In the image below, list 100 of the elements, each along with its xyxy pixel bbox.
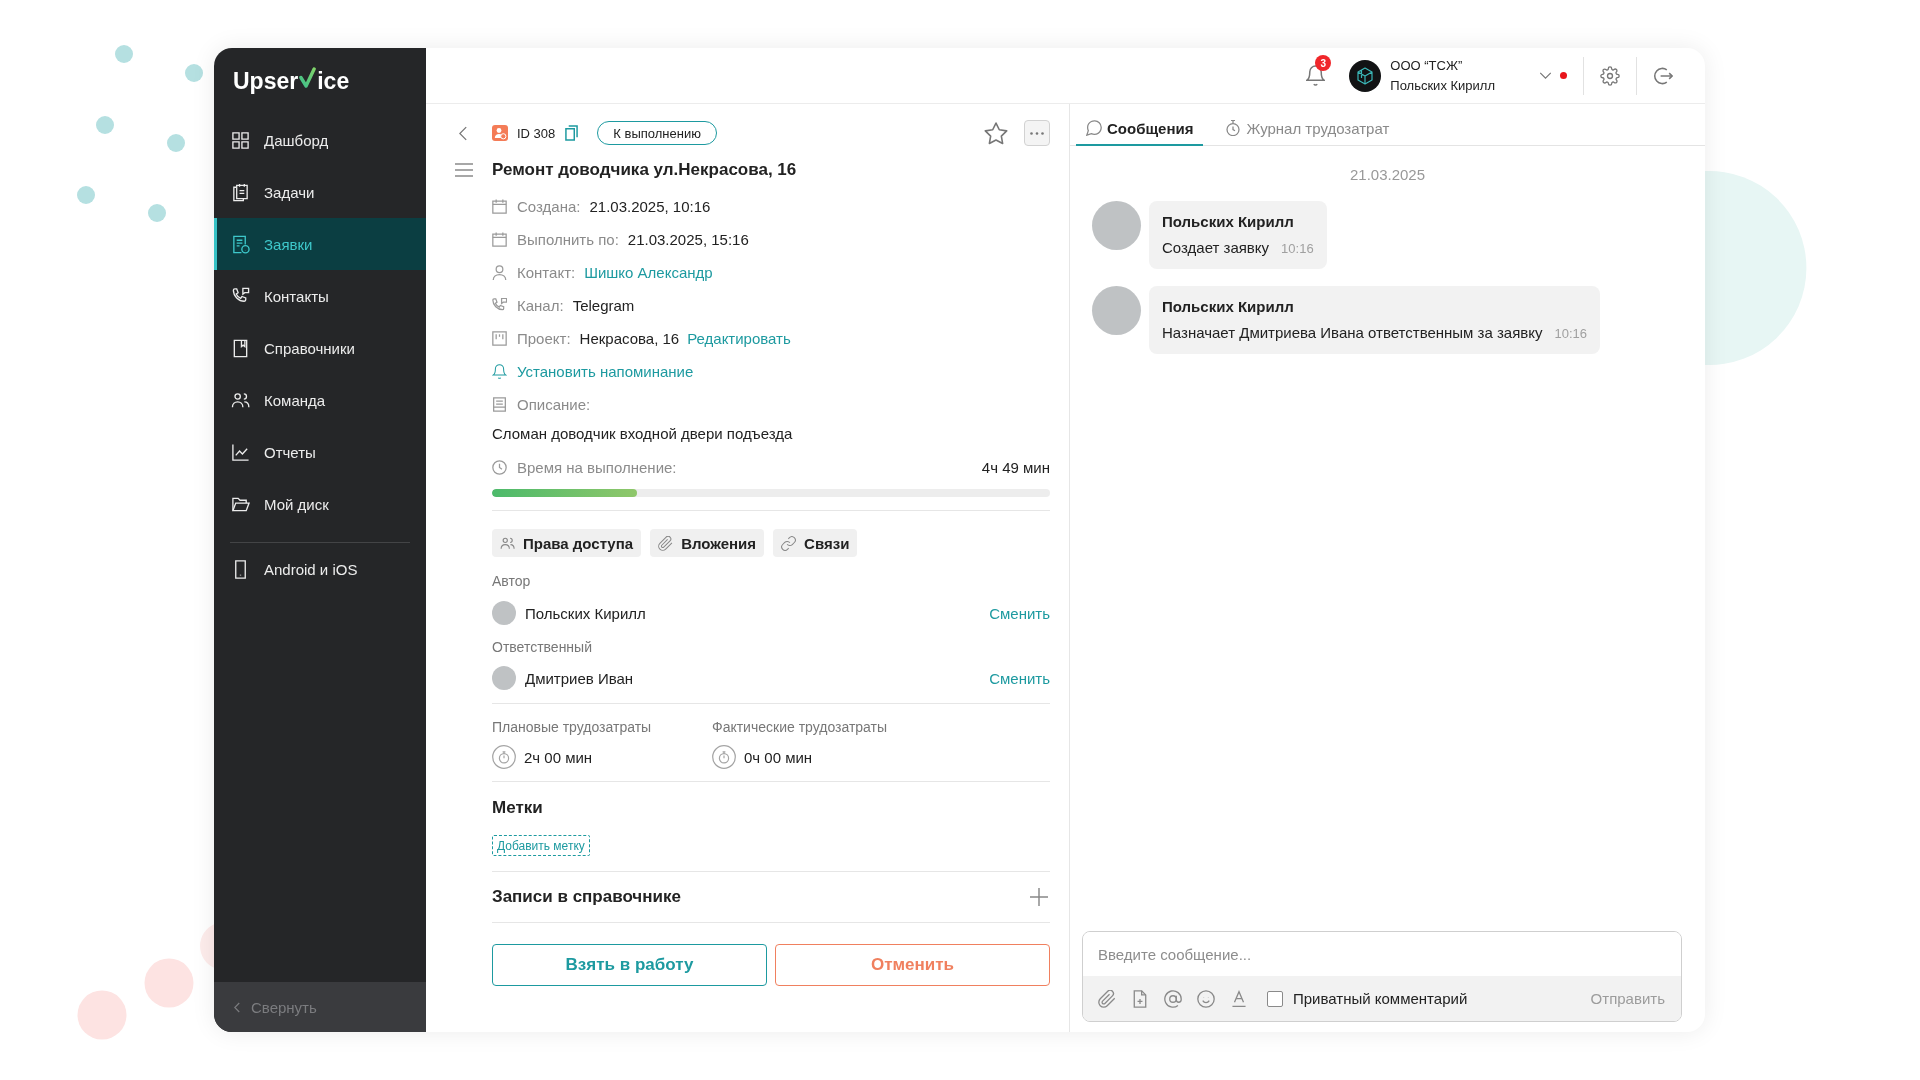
decor-dot [167,134,185,152]
link-icon [781,535,797,551]
role-label: Ответственный [492,638,592,657]
message-author: Польских Кирилл [1162,212,1295,232]
paperclip-icon[interactable] [1098,989,1116,1008]
settings-icon[interactable] [1600,65,1620,86]
clipboard-icon [231,182,250,202]
sidebar-item[interactable]: Отчеты [214,426,426,478]
contact-link[interactable]: Шишко Александр [584,264,713,281]
stopwatch-icon [1225,120,1242,136]
avatar-placeholder [1092,286,1141,335]
user-name: Польских Кирилл [1390,78,1495,93]
file-plus-icon[interactable] [1131,989,1149,1008]
person-badge-icon [492,125,508,141]
message-time: 10:16 [1554,325,1588,343]
private-comment-label: Приватный комментарий [1293,990,1468,1007]
stopwatch-icon [712,745,736,769]
sidebar-item[interactable]: Задачи [214,166,426,218]
ticket-title: Ремонт доводчика ул.Некрасова, 16 [492,159,797,181]
phone-icon [492,298,507,313]
section-title: Записи в справочнике [492,886,681,908]
chat-tab[interactable]: Сообщения [1076,104,1204,146]
sidebar-item[interactable]: Контакты [214,270,426,322]
notification-badge: 3 [1315,55,1332,71]
field-value: 21.03.2025, 15:16 [627,231,749,248]
field-value: 21.03.2025, 10:16 [589,198,711,215]
smiley-icon[interactable] [1197,989,1215,1008]
at-sign-icon[interactable] [1164,989,1182,1008]
section-button[interactable]: Права доступа [492,529,642,557]
cube-icon [1349,59,1382,92]
section-title: Метки [492,797,543,819]
decor-circle [144,958,194,1008]
chevron-left-icon[interactable] [459,125,467,141]
grid-icon [231,130,250,150]
avatar-placeholder [492,601,516,625]
paperclip-icon [658,535,674,551]
sidebar-item[interactable]: Заявки [214,218,426,270]
date-separator: 21.03.2025 [1349,165,1426,185]
effort-label: Плановые трудозатраты [492,718,652,737]
add-tag-button[interactable]: Добавить метку [492,835,590,856]
decor-dot [96,116,114,134]
book-icon [231,338,250,358]
logo-text: ice [317,68,350,94]
person-name: Польских Кирилл [525,604,646,622]
role-label: Автор [492,572,531,591]
chevron-left-icon [234,1001,240,1013]
bell-icon [492,364,507,379]
chart-icon [231,442,250,462]
field-label: Канал: [517,297,564,314]
check-icon [299,67,317,88]
field-value: Некрасова, 16 [579,330,680,347]
stopwatch-icon [492,745,516,769]
decor-dot [77,186,95,204]
people-icon [231,390,250,410]
text-color-icon[interactable] [1230,989,1248,1008]
star-icon[interactable] [984,121,1008,145]
document-icon [492,397,507,412]
people-icon [500,535,515,551]
ticket-id: ID 308 [517,125,556,141]
message-author: Польских Кирилл [1162,297,1295,317]
message-text: Назначает Дмитриева Ивана ответственным за заявку [1162,323,1543,343]
effort-value: 0ч 00 мин [744,748,813,766]
chevron-down-icon[interactable] [1539,72,1552,79]
description-text: Сломан доводчик входной двери подъезда [492,424,794,444]
message-text: Создает заявку [1162,238,1270,258]
sidebar-item[interactable]: Команда [214,374,426,426]
field-label: Создана: [517,198,581,215]
company-name: ООО “ТСЖ” [1390,58,1464,73]
sidebar-item[interactable]: Дашборд [214,114,426,166]
more-button[interactable] [1024,120,1050,146]
section-button[interactable]: Связи [773,529,858,557]
decor-dot [185,64,203,82]
field-label: Описание: [517,396,591,413]
reminder-link[interactable]: Установить напоминание [492,363,694,380]
sidebar-item[interactable]: Android и iOS [214,543,426,595]
chat-tab[interactable]: Журнал трудозатрат [1215,104,1400,146]
avatar-placeholder [1092,201,1141,250]
checkbox[interactable] [1267,990,1283,1007]
field-value: Telegram [572,297,635,314]
sidebar-item[interactable]: Мой диск [214,478,426,530]
bell-icon[interactable] [1306,65,1326,86]
time-remaining: 4ч 49 мин [981,458,1050,476]
effort-label: Фактические трудозатраты [712,718,888,737]
field-label: Выполнить по: [517,231,619,248]
calendar-icon [492,199,507,214]
field-label: Время на выполнение: [517,458,677,476]
menu-icon[interactable] [455,163,473,177]
plus-icon[interactable] [1030,888,1048,906]
person-icon [492,265,507,280]
logo-text: Upser [233,68,299,94]
section-button[interactable]: Вложения [650,529,765,557]
document-icon [231,234,250,254]
field-label: Проект: [517,330,571,347]
logout-icon[interactable] [1653,65,1673,86]
clock-icon [492,459,507,475]
copy-icon[interactable] [565,125,579,141]
more-icon [1030,131,1044,135]
avatar-placeholder [492,666,516,690]
sidebar-item[interactable]: Справочники [214,322,426,374]
calendar-icon [492,232,507,247]
